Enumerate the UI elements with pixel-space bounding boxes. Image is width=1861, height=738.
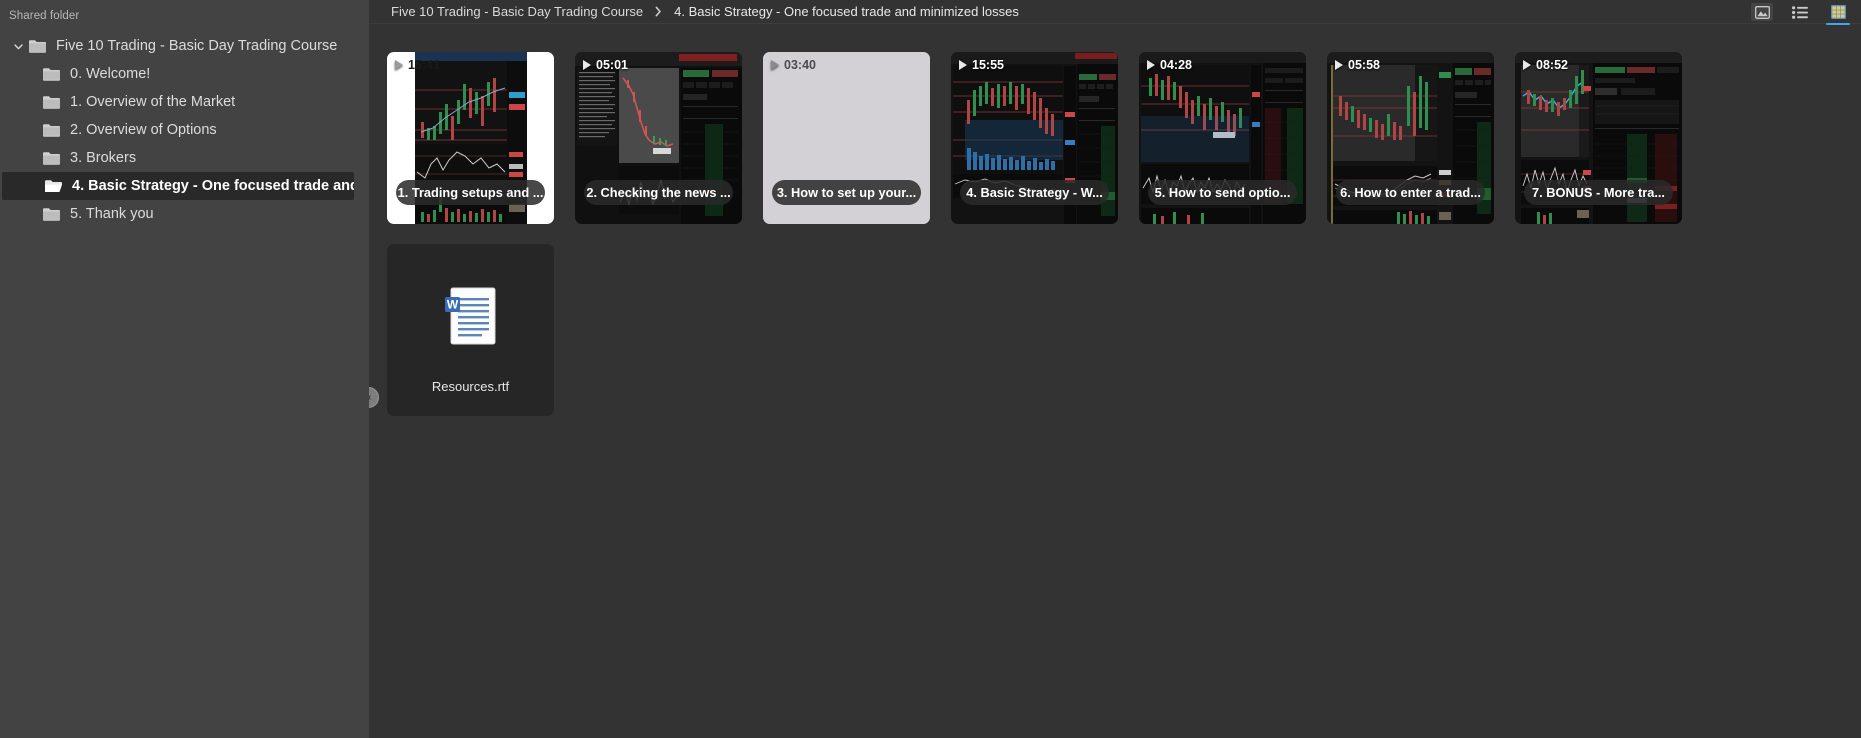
file-grid: 15:41 1. Trading setups and ... 05:01 2.… [387, 52, 1861, 436]
sidebar-item-brokers[interactable]: 3. Brokers [0, 144, 369, 172]
grid-item-title: 6. How to enter a trad... [1336, 180, 1485, 205]
sidebar-item-label: 0. Welcome! [70, 66, 151, 82]
top-bar: Five 10 Trading - Basic Day Trading Cour… [369, 0, 1861, 25]
folder-icon [43, 124, 60, 137]
sidebar-item-label: 4. Basic Strategy - One focused trade an… [72, 178, 354, 194]
list-icon [1792, 5, 1808, 19]
sidebar-item-basic-strategy[interactable]: 4. Basic Strategy - One focused trade an… [2, 172, 354, 200]
grid-item-video[interactable]: 05:01 2. Checking the news ... [575, 52, 742, 224]
main-panel: Five 10 Trading - Basic Day Trading Cour… [369, 0, 1861, 738]
image-icon [1754, 5, 1770, 19]
content-area: « [369, 24, 1861, 738]
sidebar-item-thank-you[interactable]: 5. Thank you [0, 200, 369, 228]
video-duration-badge: 04:28 [1147, 58, 1192, 72]
preview-toggle-button[interactable] [1751, 3, 1773, 21]
grid-item-video[interactable]: 08:52 7. BONUS - More tra... [1515, 52, 1682, 224]
video-duration-badge: 08:52 [1523, 58, 1568, 72]
view-toggle-group [1751, 0, 1850, 25]
breadcrumb: Five 10 Trading - Basic Day Trading Cour… [369, 4, 1019, 19]
file-name-label: Resources.rtf [431, 379, 510, 394]
grid-item-video[interactable]: 15:55 4. Basic Strategy - W... [951, 52, 1118, 224]
grid-item-video[interactable]: 03:40 3. How to set up your... [763, 52, 930, 224]
sidebar-item-overview-options[interactable]: 2. Overview of Options [0, 116, 369, 144]
chevron-down-icon[interactable] [10, 38, 26, 54]
chevron-right-icon [655, 6, 662, 17]
grid-item-title: 5. How to send optio... [1148, 180, 1297, 205]
sidebar-item-label: 1. Overview of the Market [70, 94, 236, 110]
folder-icon [43, 68, 60, 81]
grid-item-video[interactable]: 15:41 1. Trading setups and ... [387, 52, 554, 224]
play-icon [1147, 60, 1155, 70]
grid-item-title: 2. Checking the news ... [584, 180, 733, 205]
duration-text: 08:52 [1536, 58, 1568, 72]
video-duration-badge: 05:01 [583, 58, 628, 72]
grid-item-video[interactable]: 05:58 6. How to enter a trad... [1327, 52, 1494, 224]
duration-text: 05:58 [1348, 58, 1380, 72]
sidebar: Shared folder Five 10 Trading - Basic Da… [0, 0, 369, 738]
video-duration-badge: 15:55 [959, 58, 1004, 72]
play-icon [959, 60, 967, 70]
sidebar-item-label: 5. Thank you [70, 206, 154, 222]
video-duration-badge: 05:58 [1335, 58, 1380, 72]
grid-view-button[interactable] [1826, 3, 1850, 25]
folder-tree: Five 10 Trading - Basic Day Trading Cour… [0, 30, 369, 228]
duration-text: 04:28 [1160, 58, 1192, 72]
sidebar-item-welcome[interactable]: 0. Welcome! [0, 60, 369, 88]
sidebar-item-overview-market[interactable]: 1. Overview of the Market [0, 88, 369, 116]
svg-text:W: W [446, 298, 458, 312]
grid-item-title: 7. BONUS - More tra... [1524, 180, 1673, 205]
play-icon [771, 60, 779, 70]
folder-icon [29, 40, 46, 53]
sidebar-root-label: Five 10 Trading - Basic Day Trading Cour… [56, 38, 338, 54]
duration-text: 15:55 [972, 58, 1004, 72]
play-icon [395, 60, 403, 70]
list-view-button[interactable] [1789, 3, 1811, 21]
app-window: Shared folder Five 10 Trading - Basic Da… [0, 0, 1861, 738]
duration-text: 03:40 [784, 58, 816, 72]
sidebar-collapse-handle[interactable]: « [369, 387, 379, 408]
duration-text: 05:01 [596, 58, 628, 72]
sidebar-item-root[interactable]: Five 10 Trading - Basic Day Trading Cour… [0, 32, 369, 60]
folder-icon [43, 152, 60, 165]
grid-item-video[interactable]: 04:28 5. How to send optio... [1139, 52, 1306, 224]
play-icon [583, 60, 591, 70]
shared-folder-label: Shared folder [9, 10, 80, 22]
breadcrumb-item-course[interactable]: Five 10 Trading - Basic Day Trading Cour… [391, 4, 643, 19]
video-duration-badge: 03:40 [771, 58, 816, 72]
breadcrumb-item-current[interactable]: 4. Basic Strategy - One focused trade an… [674, 4, 1019, 19]
grid-item-file[interactable]: W Resources.rtf [387, 244, 554, 416]
rtf-document-icon: W [444, 287, 495, 345]
grid-icon [1830, 5, 1846, 19]
grid-item-title: 3. How to set up your... [772, 180, 921, 205]
folder-icon [43, 208, 60, 221]
folder-open-icon [45, 180, 62, 192]
duration-text: 15:41 [408, 58, 440, 72]
play-icon [1523, 60, 1531, 70]
play-icon [1335, 60, 1343, 70]
video-duration-badge: 15:41 [395, 58, 440, 72]
grid-item-title: 4. Basic Strategy - W... [960, 180, 1109, 205]
sidebar-item-label: 2. Overview of Options [70, 122, 217, 138]
grid-item-title: 1. Trading setups and ... [396, 180, 545, 205]
folder-icon [43, 96, 60, 109]
sidebar-item-label: 3. Brokers [70, 150, 137, 166]
